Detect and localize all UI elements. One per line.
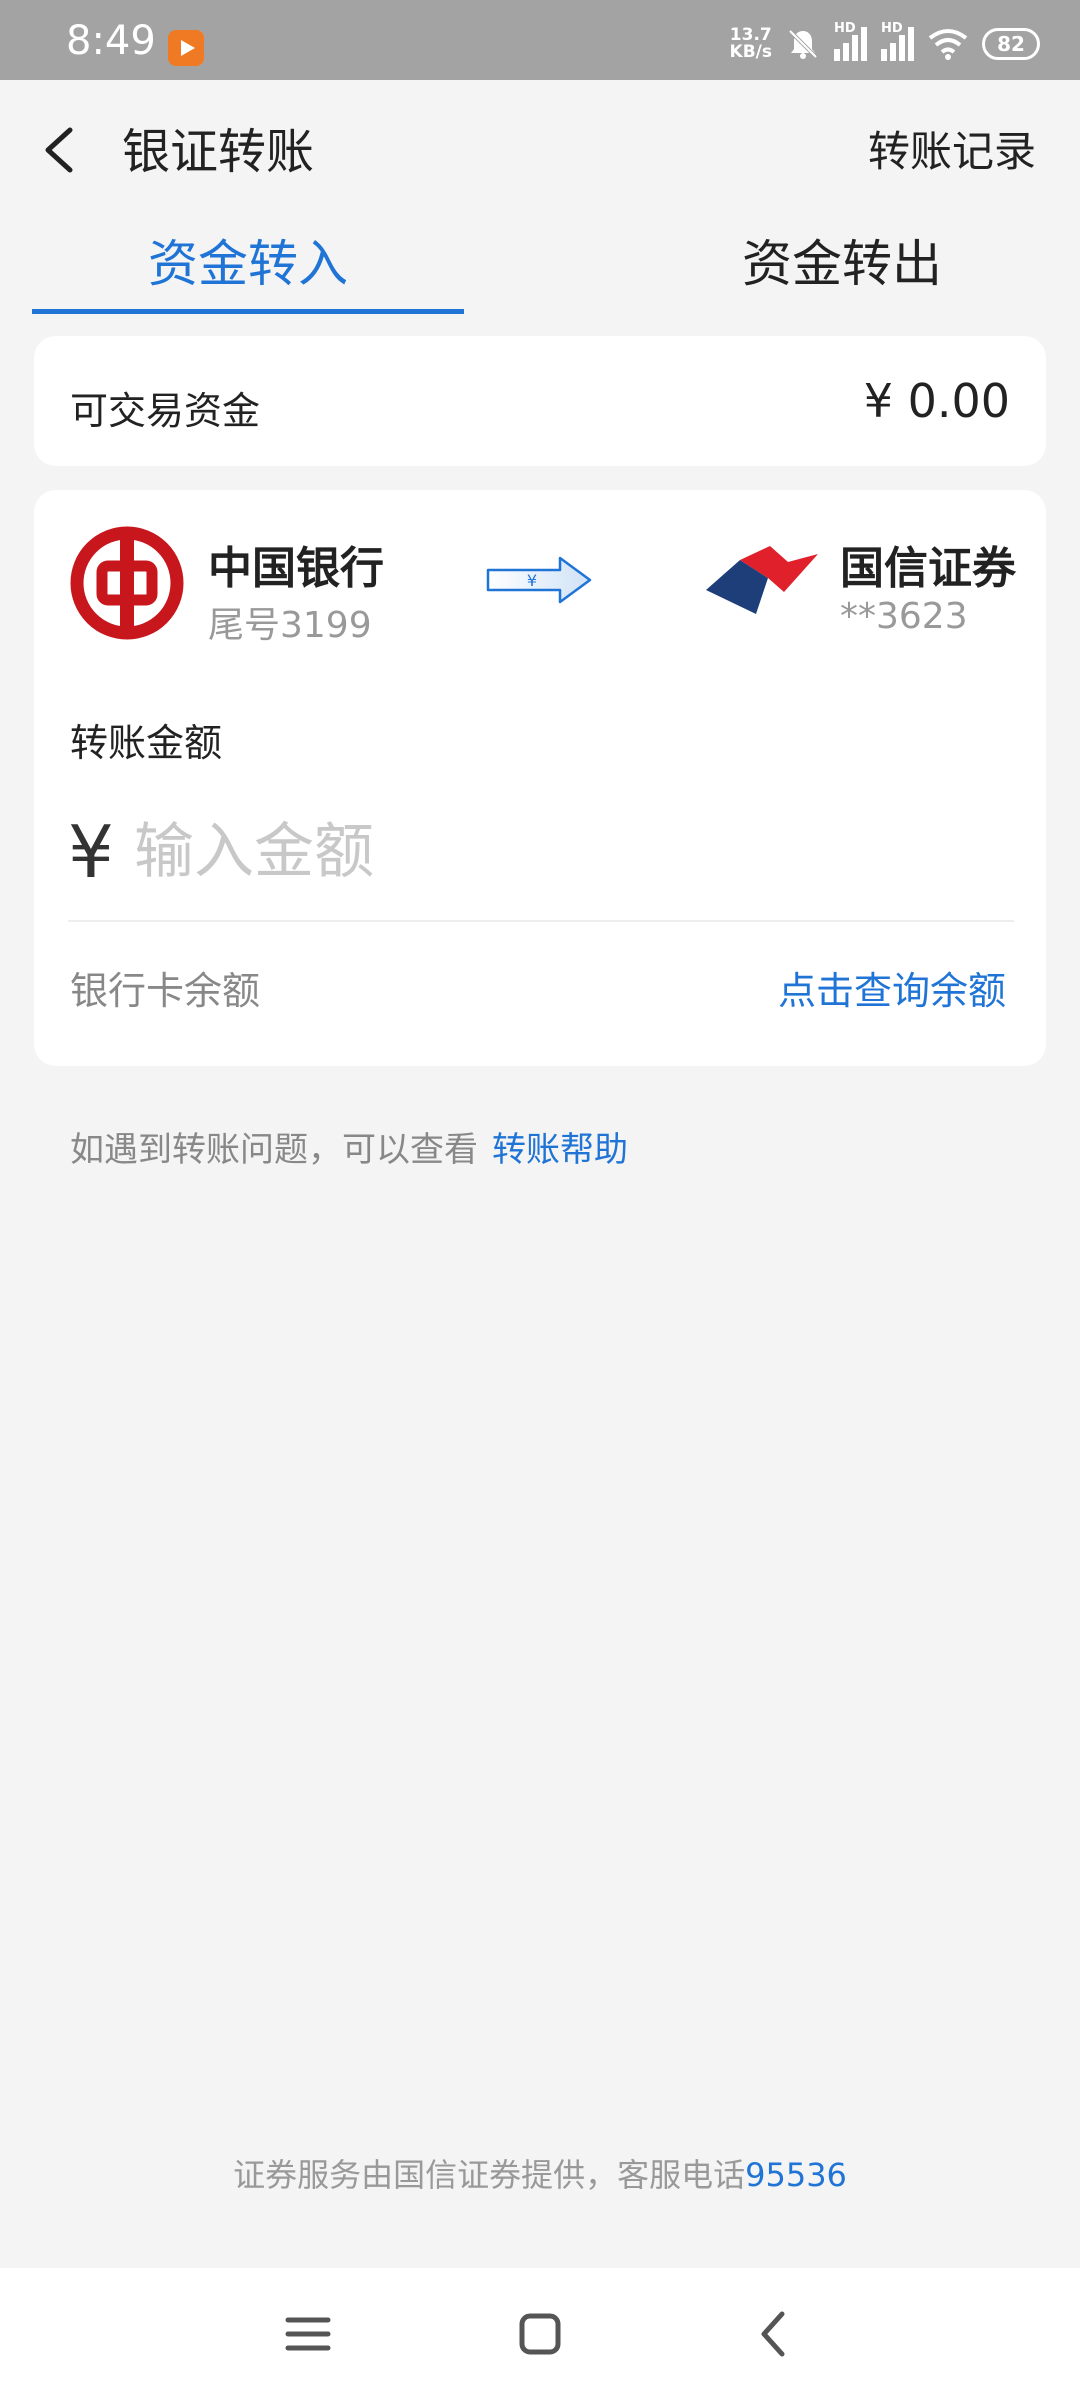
transfer-amount-label: 转账金额 [70, 721, 223, 765]
amount-divider [68, 920, 1014, 922]
home-square-icon[interactable] [510, 2304, 570, 2364]
battery-indicator: 82 [982, 28, 1040, 60]
status-indicators: 13.7 KB/s HD HD 82 [730, 21, 1040, 66]
signal-1-label: HD [834, 21, 856, 36]
bank-of-china-logo-icon [70, 526, 184, 640]
guosen-securities-logo-icon [706, 546, 818, 614]
tab-transfer-in[interactable]: 资金转入 [32, 220, 464, 312]
transfer-history-link[interactable]: 转账记录 [868, 118, 1036, 179]
transfer-help-link[interactable]: 转账帮助 [492, 1130, 628, 1170]
transfer-direction-tabs: 资金转入 资金转出 [32, 220, 1048, 314]
destination-account-tail: **3623 [840, 596, 968, 637]
app-header: 银证转账 转账记录 [0, 80, 1080, 210]
destination-broker-name: 国信证券 [840, 543, 1016, 594]
status-bar: 8:49 13.7 KB/s HD HD 82 [0, 0, 1080, 80]
page-title: 银证转账 [122, 124, 315, 180]
active-tab-indicator [32, 309, 464, 314]
video-app-icon [168, 30, 204, 66]
available-funds-value: ¥ 0.00 [863, 374, 1010, 428]
amount-input[interactable] [134, 802, 1004, 902]
query-balance-link[interactable]: 点击查询余额 [778, 960, 1006, 1015]
customer-service-phone-link[interactable]: 95536 [745, 2156, 847, 2194]
transfer-arrow-icon: ¥ [486, 556, 592, 604]
available-funds-card: 可交易资金 ¥ 0.00 [34, 336, 1046, 466]
system-navigation-bar [0, 2268, 1080, 2400]
help-hint-text: 如遇到转账问题，可以查看 [70, 1130, 478, 1170]
source-card-tail: 尾号3199 [208, 605, 372, 646]
network-speed-unit: KB/s [729, 42, 772, 62]
currency-symbol: ¥ [68, 810, 114, 894]
source-bank-name: 中国银行 [208, 543, 384, 594]
signal-2-label: HD [881, 21, 903, 36]
signal-2-icon: HD [881, 21, 914, 61]
status-time: 8:49 [66, 18, 156, 64]
wifi-icon [928, 29, 968, 60]
help-hint: 如遇到转账问题，可以查看 转账帮助 [70, 1122, 628, 1171]
system-back-icon[interactable] [744, 2304, 804, 2364]
service-notice-text: 证券服务由国信证券提供，客服电话 [233, 2156, 746, 2194]
bank-balance-label: 银行卡余额 [70, 969, 261, 1013]
recent-apps-menu-icon[interactable] [278, 2304, 338, 2364]
tab-transfer-out[interactable]: 资金转出 [572, 220, 1080, 312]
transfer-arrow-symbol: ¥ [527, 571, 537, 590]
transfer-form-card: 中国银行 尾号3199 ¥ 国信证券 **3623 转账金额 ¥ 银行卡余额 点… [34, 490, 1046, 1066]
network-speed: 13.7 KB/s [730, 27, 772, 61]
signal-1-icon: HD [834, 21, 867, 61]
bell-off-icon [788, 29, 818, 59]
service-provider-notice: 证券服务由国信证券提供，客服电话95536 [0, 2150, 1080, 2196]
back-arrow-icon[interactable] [36, 120, 86, 180]
available-funds-label: 可交易资金 [70, 389, 261, 433]
